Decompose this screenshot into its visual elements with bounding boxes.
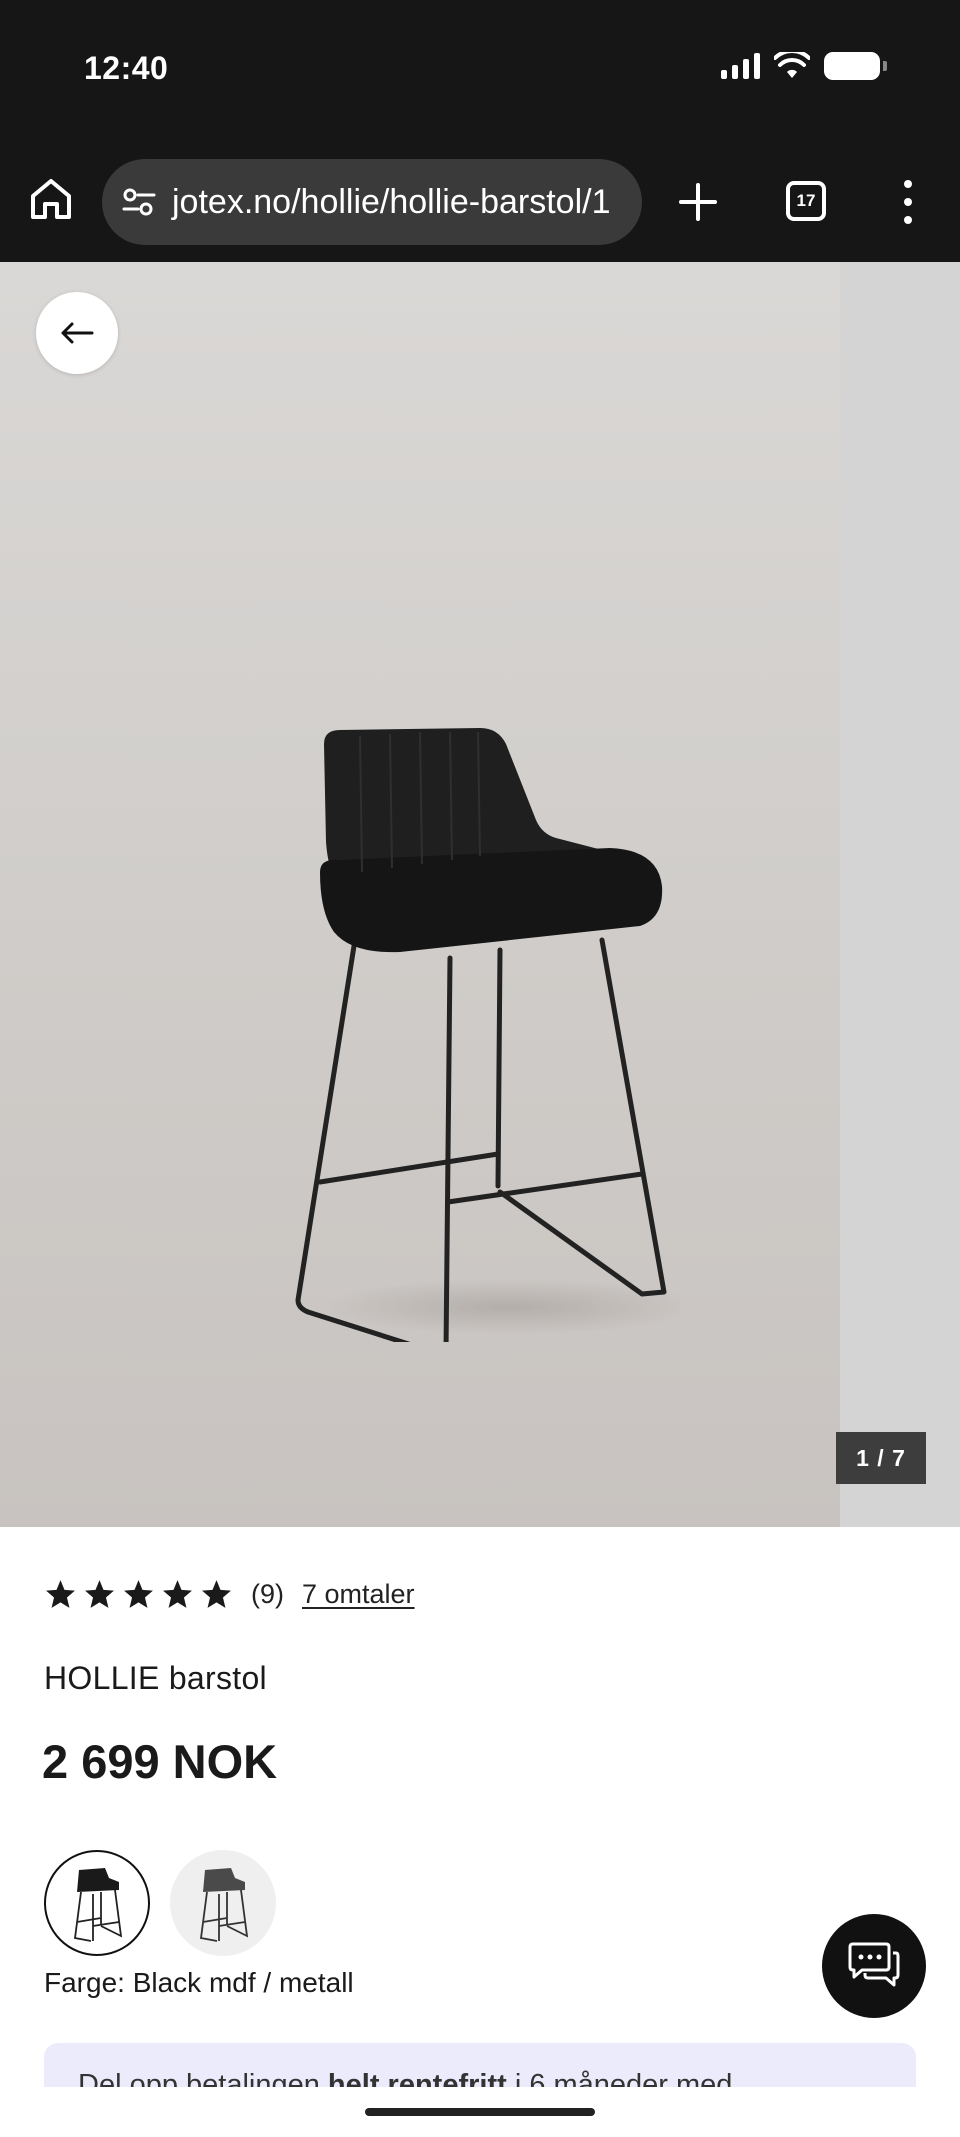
back-button[interactable] <box>36 292 118 374</box>
home-indicator[interactable] <box>365 2108 595 2116</box>
product-gallery[interactable]: 1 / 7 <box>0 262 960 1527</box>
tab-count: 17 <box>796 191 816 210</box>
product-image[interactable] <box>0 262 840 1527</box>
swatch-dark-grey[interactable] <box>170 1850 276 1956</box>
rating-row: (9) 7 omtaler <box>44 1578 415 1611</box>
home-icon[interactable] <box>28 176 74 222</box>
star-icon <box>124 1580 153 1608</box>
bar-stool-thumbnail-icon <box>199 1868 249 1942</box>
swatch-black[interactable] <box>44 1850 150 1956</box>
tabs-icon[interactable]: 17 <box>786 181 826 221</box>
bar-stool-thumbnail-icon <box>73 1868 123 1942</box>
wifi-icon <box>774 52 810 78</box>
status-icons <box>721 52 887 80</box>
url-text[interactable]: jotex.no/hollie/hollie-barstol/1 <box>172 183 610 222</box>
color-swatches <box>44 1850 276 1956</box>
tune-icon[interactable] <box>120 183 158 221</box>
star-icon <box>85 1580 114 1608</box>
arrow-left-icon <box>61 322 94 344</box>
star-icon <box>202 1580 231 1608</box>
product-price: 2 699 NOK <box>42 1735 278 1788</box>
plus-icon[interactable] <box>676 180 720 224</box>
status-time: 12:40 <box>84 50 169 86</box>
browser-chrome: 12:40 jotex.no/hollie/hollie-barstol/1 1… <box>0 0 960 262</box>
rating-stars <box>44 1578 233 1611</box>
product-title: HOLLIE barstol <box>44 1660 267 1696</box>
bar-stool-image <box>295 728 680 1342</box>
url-bar[interactable]: jotex.no/hollie/hollie-barstol/1 <box>102 159 642 245</box>
star-icon <box>46 1580 75 1608</box>
image-counter: 1 / 7 <box>836 1432 926 1484</box>
rating-count: (9) <box>251 1579 284 1609</box>
signal-icon <box>721 53 760 79</box>
battery-icon <box>824 52 887 80</box>
more-vert-icon[interactable] <box>896 180 920 224</box>
color-label: Farge: Black mdf / metall <box>44 1967 354 1998</box>
chat-icon <box>848 1942 900 1987</box>
next-product-image[interactable] <box>840 262 960 1527</box>
star-icon <box>163 1580 192 1608</box>
chat-button[interactable] <box>822 1914 926 2018</box>
reviews-link[interactable]: 7 omtaler <box>302 1579 415 1610</box>
